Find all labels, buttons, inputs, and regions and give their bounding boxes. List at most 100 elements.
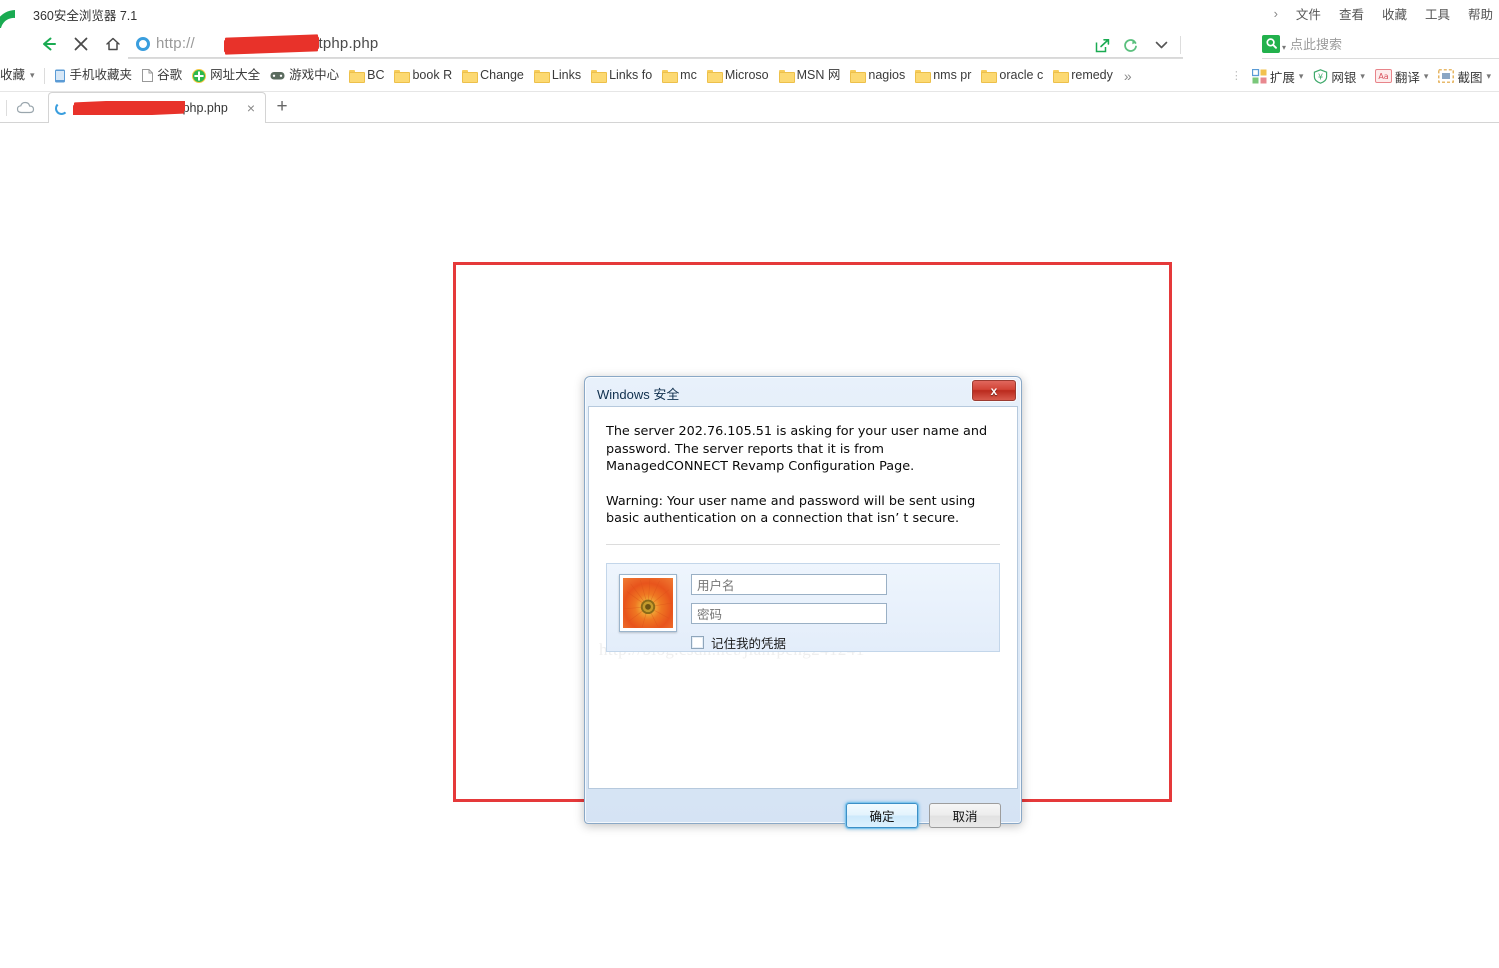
site-favicon-icon (136, 36, 150, 51)
bookmark-folder-bc[interactable]: BC (344, 64, 389, 88)
toolbar-drag-handle-icon[interactable]: ⋮ (1227, 71, 1246, 82)
share-icon (1095, 38, 1109, 52)
stop-button[interactable] (65, 28, 97, 60)
bookmark-item-google[interactable]: 谷歌 (137, 64, 187, 88)
dialog-close-button[interactable]: x (972, 380, 1016, 401)
search-engine-caret-icon[interactable]: ▾ (1282, 43, 1286, 52)
bookmark-folder-oracle-c[interactable]: oracle c (976, 64, 1048, 88)
gamepad-icon (270, 72, 285, 80)
bookmark-folder-book-r[interactable]: book R (389, 64, 457, 88)
back-arrow-icon (43, 37, 56, 51)
dialog-message: The server 202.76.105.51 is asking for y… (606, 424, 988, 474)
folder-icon (706, 70, 723, 83)
bookmark-label: nms pr (933, 68, 972, 83)
menu-item-favorites[interactable]: 收藏 (1382, 4, 1407, 23)
dialog-body: http://blog.csdn.net/jianfpeng241241 The… (588, 406, 1018, 789)
ok-button[interactable]: 确定 (846, 802, 918, 828)
tab-close-button[interactable]: × (243, 100, 259, 116)
bookmark-folder-mc[interactable]: mc (657, 64, 702, 88)
bookmark-item-mobile-favorites[interactable]: 手机收藏夹 (49, 64, 138, 88)
dialog-title: Windows 安全 (597, 386, 680, 402)
address-dropdown-button[interactable] (1144, 29, 1178, 61)
refresh-circle-icon (1123, 38, 1137, 52)
menu-item-tools[interactable]: 工具 (1425, 4, 1450, 23)
bookmarks-overflow-icon[interactable]: » (1118, 68, 1138, 84)
dialog-warning: Warning: Your user name and password wil… (606, 493, 976, 527)
username-input[interactable]: 用户名 (691, 573, 887, 595)
bookmark-folder-change[interactable]: Change (457, 64, 529, 88)
home-button[interactable] (97, 28, 129, 60)
toolbar-label: 翻译 (1394, 70, 1420, 85)
bookmark-label: BC (367, 68, 385, 83)
bookmark-folder-links-fo[interactable]: Links fo (586, 64, 657, 88)
page-viewport: Windows 安全 x http://blog.csdn.net/jianfp… (0, 124, 1499, 968)
folder-icon (533, 70, 550, 83)
dialog-footer: 确定 取消 (588, 789, 1018, 841)
menu-item-view[interactable]: 查看 (1339, 4, 1364, 23)
folder-icon (591, 70, 608, 83)
bookmark-folder-msn[interactable]: MSN 网 (774, 64, 846, 88)
bookmark-item-url-directory[interactable]: 网址大全 (187, 64, 265, 88)
cloud-sync-button[interactable] (14, 98, 40, 118)
remember-credentials-label: 记住我的凭据 (711, 636, 787, 651)
chevron-down-icon: ▾ (1298, 70, 1304, 81)
toolbar-label: 扩展 (1269, 70, 1295, 85)
bookmark-folder-nms-pr[interactable]: nms pr (910, 64, 976, 88)
bookmark-folder-remedy[interactable]: remedy (1048, 64, 1118, 88)
menu-item-help[interactable]: 帮助 (1468, 4, 1493, 23)
bookmark-label: 网址大全 (210, 68, 261, 83)
screenshot-button[interactable]: 截图 ▾ (1434, 67, 1495, 86)
divider (43, 67, 45, 84)
folder-icon (462, 70, 479, 83)
loading-spinner-icon (55, 101, 68, 115)
address-bar[interactable]: http://202.76.105.51/testphp.php (128, 29, 1183, 59)
toolbar-label: 截图 (1457, 70, 1483, 85)
extensions-icon (1251, 68, 1267, 83)
tab-active[interactable]: 202.76.105.511/testphp.php × (48, 92, 266, 123)
share-button[interactable] (1088, 29, 1116, 61)
search-box[interactable]: ▾ 点此搜索 (1262, 29, 1499, 59)
bookmark-label: nagios (868, 68, 906, 83)
menu-item-file[interactable]: 文件 (1296, 4, 1321, 23)
windows-security-dialog: Windows 安全 x http://blog.csdn.net/jianfp… (584, 376, 1022, 828)
divider (606, 543, 1000, 545)
translate-icon: Aa (1374, 69, 1392, 83)
password-input[interactable]: 密码 (691, 602, 887, 624)
phone-icon (54, 69, 65, 82)
bookmark-label: Links (551, 68, 582, 83)
back-button[interactable] (33, 28, 65, 60)
folder-icon (850, 70, 867, 83)
home-icon (106, 37, 120, 51)
search-input[interactable]: 点此搜索 (1290, 34, 1342, 53)
app-title: 360安全浏览器 7.1 (33, 9, 138, 23)
translate-button[interactable]: Aa 翻译 ▾ (1371, 67, 1433, 86)
flower-petals (623, 578, 673, 627)
remember-credentials-checkbox[interactable] (691, 635, 704, 649)
folder-icon (394, 70, 411, 83)
refresh-button[interactable] (1116, 29, 1144, 61)
online-banking-button[interactable]: ¥ 网银 ▾ (1309, 67, 1369, 86)
bookmark-folder-nagios[interactable]: nagios (845, 64, 910, 88)
cloud-icon (16, 101, 35, 114)
bookmark-label: 谷歌 (157, 68, 183, 83)
bookmark-folder-microsoft[interactable]: Microso (702, 64, 774, 88)
url-prefix: http:// (156, 35, 195, 52)
bookmark-label: oracle c (999, 68, 1044, 83)
menu-expand-icon[interactable]: › (1274, 6, 1278, 21)
new-tab-button[interactable]: + (272, 97, 292, 117)
bookmark-folder-links[interactable]: Links (529, 64, 586, 88)
bookmark-label: remedy (1071, 68, 1113, 83)
folder-icon (778, 70, 795, 83)
browser-window: 360安全浏览器 7.1 › 文件 查看 收藏 工具 帮助 http:// /t… (0, 0, 1499, 968)
bookmarks-root[interactable]: 收藏 ▾ (0, 64, 40, 88)
chevron-down-icon: ▾ (1423, 70, 1429, 81)
chevron-down-icon: ▾ (1360, 70, 1365, 81)
remember-credentials-row[interactable]: 记住我的凭据 (691, 633, 987, 652)
bookmark-item-game-center[interactable]: 游戏中心 (265, 64, 344, 88)
bookmark-label: Change (480, 68, 524, 83)
bookmarks-bar: 收藏 ▾ 手机收藏夹 谷歌 网址大全 游戏中心 BC book R Change… (0, 60, 1499, 92)
bookmark-label: MSN 网 (796, 68, 841, 83)
credential-fields: 用户名 密码 记住我的凭据 (691, 573, 987, 652)
cancel-button[interactable]: 取消 (929, 802, 1001, 828)
extensions-button[interactable]: 扩展 ▾ (1248, 67, 1308, 86)
